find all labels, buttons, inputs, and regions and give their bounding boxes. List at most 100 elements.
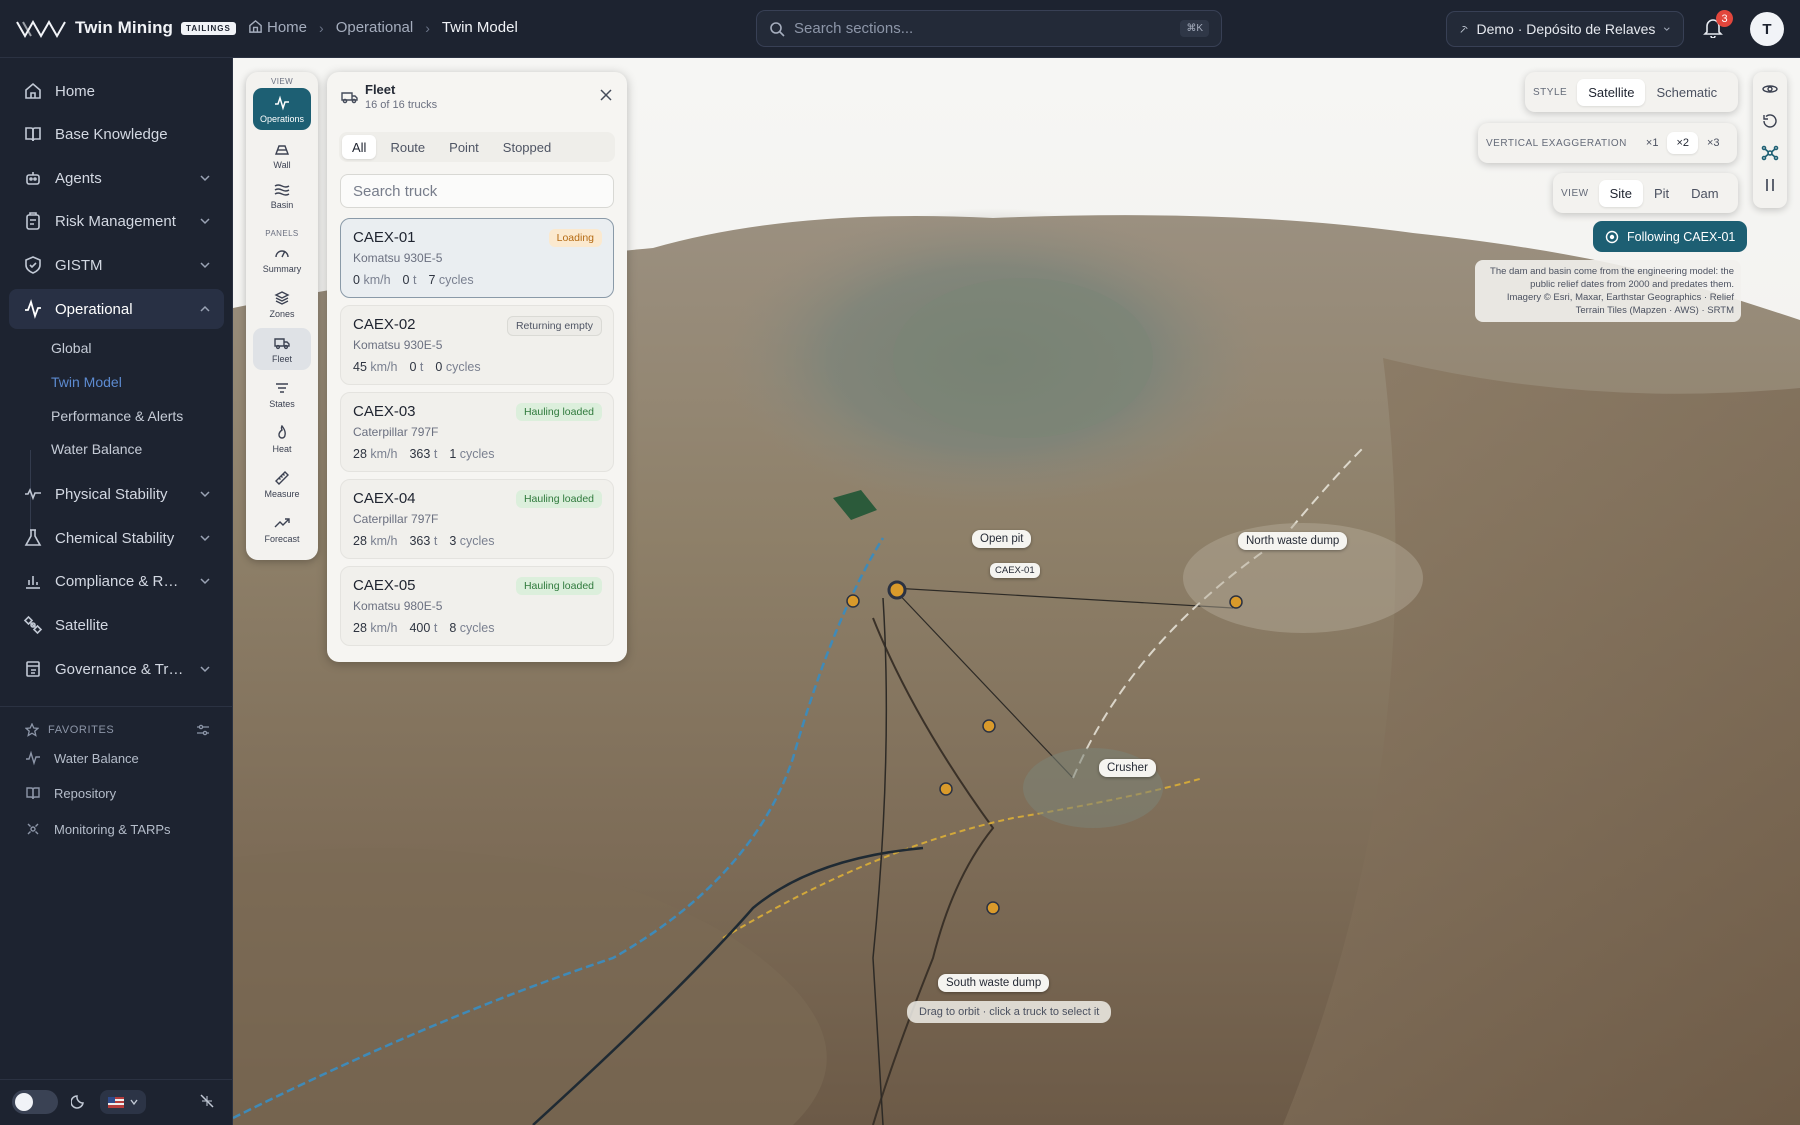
sidebar-item-risk-management[interactable]: Risk Management [9, 201, 224, 241]
notifications-button[interactable]: 3 [1702, 10, 1733, 42]
rail-measure-button[interactable]: Measure [253, 463, 311, 505]
view-site-button[interactable]: Site [1598, 179, 1643, 207]
vertical-exaggeration-control: VERTICAL EXAGGERATION ×1 ×2 ×3 [1478, 123, 1737, 163]
breadcrumb-operational[interactable]: Operational [336, 19, 414, 36]
rail-zones-button[interactable]: Zones [253, 283, 311, 325]
activity-icon [25, 299, 41, 319]
truck-speed: 45 [353, 360, 367, 374]
sidebar-item-satellite[interactable]: Satellite [9, 605, 224, 645]
view-pit-button[interactable]: Pit [1643, 180, 1680, 207]
chevron-down-icon [200, 491, 210, 498]
rail-basin-button[interactable]: Basin [253, 174, 311, 216]
favorite-repository[interactable]: Repository [25, 785, 116, 801]
collapse-sidebar-icon[interactable] [198, 1092, 216, 1110]
top-bar: Twin Mining TAILINGS Home › Operational … [0, 0, 1800, 58]
vexag-x1-button[interactable]: ×1 [1637, 132, 1668, 154]
tab-all[interactable]: All [342, 135, 377, 159]
submenu-item-water-balance[interactable]: Water Balance [51, 441, 142, 457]
truck-card[interactable]: CAEX-05 Hauling loaded Komatsu 980E-5 28… [340, 566, 614, 646]
us-flag-icon [107, 1096, 124, 1108]
label-crusher[interactable]: Crusher [1099, 759, 1156, 777]
cycles-unit: cycles [445, 360, 481, 374]
submenu-item-performance-alerts[interactable]: Performance & Alerts [51, 408, 183, 424]
network-icon[interactable] [1761, 144, 1779, 162]
tab-point[interactable]: Point [439, 135, 489, 159]
user-avatar[interactable]: T [1750, 12, 1784, 46]
truck-id: CAEX-03 [353, 403, 416, 420]
rail-view-label: VIEW [270, 77, 294, 86]
truck-cycles: 1 [449, 447, 457, 461]
label-open-pit[interactable]: Open pit [972, 530, 1032, 548]
rail-forecast-button[interactable]: Forecast [253, 508, 311, 550]
breadcrumb: Home › Operational › Twin Model [248, 19, 518, 36]
load-unit: t [433, 534, 438, 548]
vexag-x2-button[interactable]: ×2 [1667, 132, 1698, 154]
close-icon[interactable] [599, 88, 613, 102]
pause-icon[interactable] [1761, 176, 1779, 194]
truck-marker[interactable] [846, 594, 860, 608]
brand-name: Twin Mining [75, 18, 174, 37]
label-north-waste-dump[interactable]: North waste dump [1238, 532, 1348, 550]
fleet-panel: Fleet 16 of 16 trucks All Route Point St… [327, 72, 627, 662]
reset-view-icon[interactable] [1761, 112, 1779, 130]
sidebar-item-base-knowledge[interactable]: Base Knowledge [9, 114, 224, 154]
load-unit: t [433, 447, 438, 461]
style-satellite-button[interactable]: Satellite [1577, 78, 1646, 106]
sidebar-item-operational[interactable]: Operational [9, 289, 224, 329]
submenu-item-global[interactable]: Global [51, 340, 91, 356]
style-schematic-button[interactable]: Schematic [1645, 79, 1728, 106]
sidebar-item-chemical-stability[interactable]: Chemical Stability [9, 518, 224, 558]
vexag-x3-button[interactable]: ×3 [1698, 132, 1729, 154]
logo-mark-icon [16, 19, 66, 39]
rail-operations-button[interactable]: Operations [253, 88, 311, 130]
label-caex-01[interactable]: CAEX-01 [990, 563, 1040, 578]
truck-marker[interactable] [1229, 595, 1243, 609]
truck-card[interactable]: CAEX-04 Hauling loaded Caterpillar 797F … [340, 479, 614, 559]
breadcrumb-home[interactable]: Home [248, 19, 307, 36]
app-logo[interactable]: Twin Mining TAILINGS [15, 16, 236, 40]
section-search[interactable]: ⌘K [756, 10, 1222, 47]
rail-fleet-button[interactable]: Fleet [253, 328, 311, 370]
favorite-water-balance[interactable]: Water Balance [25, 750, 139, 766]
sidebar-item-agents[interactable]: Agents [9, 158, 224, 198]
truck-card[interactable]: CAEX-01 Loading Komatsu 930E-5 0 km/h 0 … [340, 218, 614, 298]
truck-marker-caex-01[interactable] [887, 580, 907, 600]
language-selector[interactable] [100, 1090, 146, 1114]
sidebar-item-governance[interactable]: Governance & Trace... [9, 649, 224, 689]
theme-toggle[interactable] [12, 1090, 58, 1114]
truck-status-badge: Hauling loaded [515, 490, 602, 508]
truck-model: Komatsu 930E-5 [353, 251, 443, 265]
truck-load: 0 [402, 273, 410, 287]
list-icon [276, 382, 288, 393]
speed-unit: km/h [370, 621, 398, 635]
rail-states-button[interactable]: States [253, 373, 311, 415]
tab-stopped[interactable]: Stopped [493, 135, 561, 159]
truck-marker[interactable] [986, 901, 1000, 915]
truck-search-input[interactable] [340, 174, 614, 208]
submenu-item-twin-model[interactable]: Twin Model [51, 374, 122, 390]
truck-cycles: 3 [449, 534, 457, 548]
rail-summary-button[interactable]: Summary [253, 238, 311, 280]
clipboard-icon [26, 212, 40, 230]
sidebar-item-compliance-reports[interactable]: Compliance & Reports [9, 561, 224, 601]
site-selector[interactable]: Demo · Depósito de Relaves [1446, 11, 1684, 47]
rail-heat-button[interactable]: Heat [253, 418, 311, 460]
view-dam-button[interactable]: Dam [1680, 180, 1729, 207]
truck-marker[interactable] [982, 719, 996, 733]
sliders-icon[interactable] [196, 723, 210, 737]
truck-status-badge: Hauling loaded [515, 403, 602, 421]
truck-card[interactable]: CAEX-03 Hauling loaded Caterpillar 797F … [340, 392, 614, 472]
sidebar-item-home[interactable]: Home [9, 71, 224, 111]
rail-wall-button[interactable]: Wall [253, 134, 311, 176]
sidebar-item-physical-stability[interactable]: Physical Stability [9, 474, 224, 514]
orbit-icon[interactable] [1761, 80, 1779, 98]
truck-marker[interactable] [939, 782, 953, 796]
favorite-monitoring-tarps[interactable]: Monitoring & TARPs [25, 821, 171, 837]
label-south-waste-dump[interactable]: South waste dump [938, 974, 1050, 992]
sidebar-item-gistm[interactable]: GISTM [9, 245, 224, 285]
following-indicator[interactable]: Following CAEX-01 [1593, 221, 1748, 252]
tab-route[interactable]: Route [380, 135, 435, 159]
attribution-imagery: Imagery © Esri, Maxar, Earthstar Geograp… [1506, 292, 1734, 303]
truck-card[interactable]: CAEX-02 Returning empty Komatsu 930E-5 4… [340, 305, 614, 385]
search-input[interactable] [794, 20, 1172, 37]
